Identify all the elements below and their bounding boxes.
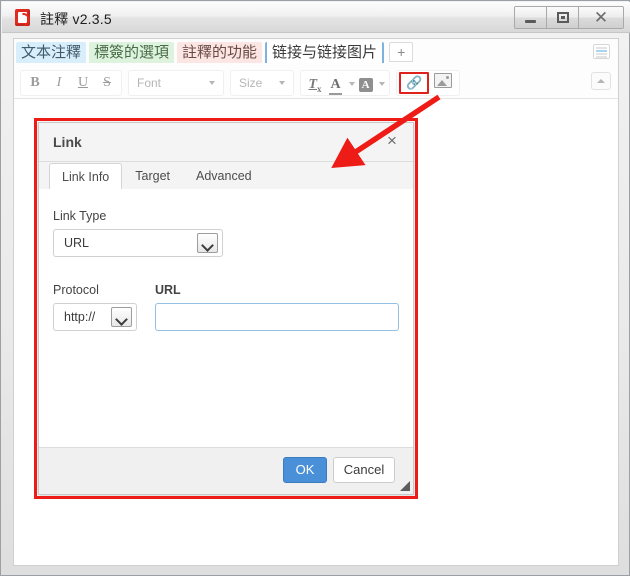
editor-toolbars: 文本注釋 標簽的選項 註釋的功能 链接与链接图片 + B I U S Font … xyxy=(14,39,618,99)
window-title: 註釋 v2.3.5 xyxy=(40,11,112,27)
url-field: URL xyxy=(155,283,399,331)
doc-tab-links-and-images[interactable]: 链接与链接图片 xyxy=(265,42,385,63)
link-button[interactable]: 🔗 xyxy=(399,72,430,94)
underline-button[interactable]: U xyxy=(72,72,94,94)
italic-button[interactable]: I xyxy=(48,72,70,94)
bold-button[interactable]: B xyxy=(24,72,46,94)
link-type-value: URL xyxy=(64,236,90,250)
collapse-toolbar-button[interactable] xyxy=(591,72,611,90)
close-button[interactable]: ✕ xyxy=(579,7,623,28)
font-family-group: Font xyxy=(128,70,224,96)
chevron-down-icon xyxy=(111,307,132,327)
link-dialog-tabs: Link Info Target Advanced xyxy=(39,162,413,190)
font-size-label: Size xyxy=(239,76,263,90)
protocol-value: http:// xyxy=(64,310,96,324)
protocol-label: Protocol xyxy=(53,283,99,297)
color-group: Tx A A xyxy=(300,70,390,96)
maximize-button[interactable] xyxy=(547,7,579,28)
protocol-select[interactable]: http:// xyxy=(53,303,137,331)
link-dialog: Link × Link Info Target Advanced Link Ty… xyxy=(38,122,414,495)
strikethrough-button[interactable]: S xyxy=(96,72,118,94)
ok-button[interactable]: OK xyxy=(283,457,327,483)
text-color-button[interactable]: A xyxy=(328,72,356,95)
add-tab-button[interactable]: + xyxy=(389,42,414,62)
document-tab-strip: 文本注釋 標簽的選項 註釋的功能 链接与链接图片 + xyxy=(14,39,618,66)
text-color-icon: A xyxy=(329,77,342,95)
background-color-icon: A xyxy=(358,78,373,92)
font-family-select[interactable]: Font xyxy=(131,72,221,94)
close-icon[interactable]: × xyxy=(383,132,401,150)
remove-format-icon: Tx xyxy=(308,77,322,94)
cancel-button[interactable]: Cancel xyxy=(333,457,395,483)
window-controls: ✕ xyxy=(514,6,624,29)
background-color-button[interactable]: A xyxy=(358,72,386,94)
tab-advanced[interactable]: Advanced xyxy=(183,163,265,189)
title-bar: 註釋 v2.3.5 ✕ xyxy=(2,2,630,33)
link-type-field: Link Type URL xyxy=(53,209,223,257)
application-window: 註釋 v2.3.5 ✕ 文本注釋 標簽的選項 註釋的功能 链接与链接图片 + B… xyxy=(0,0,630,576)
url-input[interactable] xyxy=(155,303,399,331)
format-toolbar: B I U S Font Size Tx A A 🔗 xyxy=(14,66,618,98)
resize-grip[interactable] xyxy=(400,481,410,491)
chevron-down-icon xyxy=(197,233,218,253)
link-type-label: Link Type xyxy=(53,209,107,223)
chevron-down-icon xyxy=(279,81,285,85)
link-dialog-title: Link xyxy=(53,134,82,150)
doc-tab-text-annotation[interactable]: 文本注釋 xyxy=(16,42,87,63)
url-label: URL xyxy=(155,283,181,297)
image-button[interactable] xyxy=(430,72,456,94)
link-dialog-footer: OK Cancel xyxy=(39,447,413,494)
chevron-down-icon xyxy=(379,82,386,87)
font-family-label: Font xyxy=(137,76,162,90)
tab-target[interactable]: Target xyxy=(122,163,183,189)
chevron-down-icon xyxy=(209,81,215,85)
font-size-select[interactable]: Size xyxy=(233,72,291,94)
tab-link-info[interactable]: Link Info xyxy=(49,163,123,190)
app-red-book-icon xyxy=(13,8,33,29)
link-dialog-header: Link × xyxy=(39,123,413,162)
font-size-group: Size xyxy=(230,70,294,96)
insert-group: 🔗 xyxy=(396,70,461,96)
link-icon: 🔗 xyxy=(406,75,423,90)
protocol-url-row: Protocol http:// URL xyxy=(53,283,399,331)
chevron-down-icon xyxy=(348,82,355,87)
list-rows-icon[interactable] xyxy=(593,44,610,59)
doc-tab-annotation-features[interactable]: 註釋的功能 xyxy=(177,42,263,63)
link-dialog-body: Link Type URL Protocol http:// URL xyxy=(39,189,413,447)
text-style-group: B I U S xyxy=(20,70,122,96)
doc-tab-label-options[interactable]: 標簽的選項 xyxy=(89,42,175,63)
link-type-select[interactable]: URL xyxy=(53,229,223,257)
protocol-field: Protocol http:// xyxy=(53,283,137,331)
image-icon xyxy=(434,73,453,88)
minimize-button[interactable] xyxy=(515,7,547,28)
chevron-up-icon xyxy=(597,79,605,83)
remove-format-button[interactable]: Tx xyxy=(304,72,326,94)
app-root: 註釋 v2.3.5 ✕ 文本注釋 標簽的選項 註釋的功能 链接与链接图片 + B… xyxy=(0,0,630,576)
